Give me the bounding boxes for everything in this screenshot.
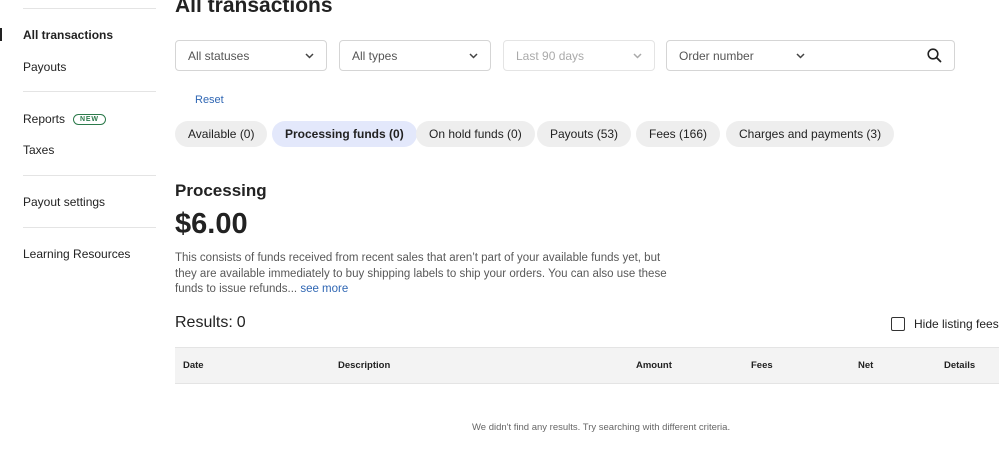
hide-listing-fees-checkbox[interactable] — [891, 317, 905, 331]
type-select-value: All types — [352, 48, 398, 63]
tab-on-hold-funds[interactable]: On hold funds (0) — [416, 121, 535, 147]
chevron-down-icon — [304, 51, 314, 61]
results-value: 0 — [236, 314, 246, 331]
see-more-link[interactable]: see more — [300, 283, 348, 295]
hide-listing-fees-toggle[interactable]: Hide listing fees — [891, 317, 999, 331]
search-icon[interactable] — [927, 48, 942, 63]
status-select[interactable]: All statuses — [175, 40, 327, 71]
column-header-date[interactable]: Date — [183, 360, 204, 371]
search-field-select[interactable]: Order number — [666, 40, 818, 71]
section-title: Processing — [175, 181, 267, 200]
sidebar-divider — [23, 91, 156, 92]
column-header-fees: Fees — [751, 360, 773, 371]
tab-processing-funds[interactable]: Processing funds (0) — [272, 121, 417, 147]
sidebar-item-all-transactions[interactable]: All transactions — [23, 28, 113, 42]
column-header-net: Net — [858, 360, 874, 371]
table-header: Date Description Amount Fees Net Details — [175, 347, 999, 384]
results-label: Results: — [175, 314, 233, 331]
type-select[interactable]: All types — [339, 40, 491, 71]
column-header-description: Description — [338, 360, 391, 371]
search-input[interactable] — [825, 47, 920, 65]
page-title: All transactions — [175, 0, 333, 17]
sidebar-item-learning-resources[interactable]: Learning Resources — [23, 247, 130, 261]
processing-description: This consists of funds received from rec… — [175, 251, 675, 298]
column-header-details: Details — [944, 360, 976, 371]
sidebar-divider — [23, 175, 156, 176]
sidebar-item-label: Reports — [23, 112, 66, 126]
date-range-select-value: Last 90 days — [516, 48, 585, 63]
chevron-down-icon — [468, 51, 478, 61]
results-count: Results: 0 — [175, 314, 250, 332]
chevron-down-icon — [632, 51, 642, 61]
date-range-select: Last 90 days — [503, 40, 655, 71]
search-box — [817, 40, 955, 71]
sidebar: All transactions Payouts Reports NEW Taxe… — [0, 0, 160, 466]
sidebar-item-taxes[interactable]: Taxes — [23, 143, 54, 157]
empty-results-message: We didn't find any results. Try searchin… — [472, 422, 731, 433]
column-header-amount[interactable]: Amount — [636, 360, 672, 371]
new-badge: NEW — [73, 114, 106, 125]
tab-charges-and-payments[interactable]: Charges and payments (3) — [726, 121, 895, 147]
sidebar-item-reports[interactable]: Reports NEW — [23, 112, 106, 126]
processing-amount: $6.00 — [175, 208, 248, 240]
chevron-down-icon — [795, 51, 805, 61]
sidebar-divider — [23, 8, 156, 9]
reset-link[interactable]: Reset — [195, 94, 224, 106]
hide-listing-fees-label: Hide listing fees — [914, 317, 999, 331]
sidebar-item-payout-settings[interactable]: Payout settings — [23, 195, 105, 209]
tab-available[interactable]: Available (0) — [175, 121, 268, 147]
active-indicator — [0, 28, 2, 41]
tab-payouts[interactable]: Payouts (53) — [537, 121, 632, 147]
search-field-select-value: Order number — [679, 48, 754, 63]
sidebar-divider — [23, 227, 156, 228]
description-text: This consists of funds received from rec… — [175, 252, 667, 295]
sidebar-item-payouts[interactable]: Payouts — [23, 60, 66, 74]
tab-fees[interactable]: Fees (166) — [636, 121, 721, 147]
status-select-value: All statuses — [188, 48, 250, 63]
